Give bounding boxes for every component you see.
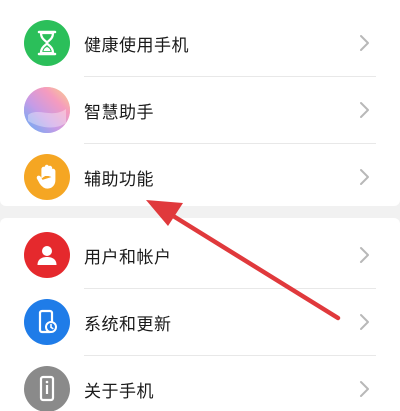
hand-icon (24, 154, 70, 200)
chevron-right-icon (360, 169, 369, 185)
settings-item-label: 系统和更新 (84, 314, 172, 335)
settings-group-1: 健康使用手机 智慧助手 辅助功能 (0, 0, 400, 206)
chevron-right-icon (360, 102, 369, 118)
user-icon (24, 232, 70, 278)
settings-item-label: 智慧助手 (84, 102, 154, 123)
settings-item-label: 关于手机 (84, 381, 154, 402)
settings-item-users-accounts[interactable]: 用户和帐户 (0, 222, 400, 288)
settings-item-label: 用户和帐户 (84, 247, 172, 268)
chevron-right-icon (360, 314, 369, 330)
settings-group-2: 用户和帐户 系统和更新 关于手机 (0, 218, 400, 411)
hourglass-icon (24, 20, 70, 66)
settings-item-about-phone[interactable]: 关于手机 (0, 356, 400, 411)
settings-item-label: 健康使用手机 (84, 35, 189, 56)
settings-item-label: 辅助功能 (84, 169, 154, 190)
chevron-right-icon (360, 247, 369, 263)
settings-item-accessibility[interactable]: 辅助功能 (0, 144, 400, 210)
settings-item-system-update[interactable]: 系统和更新 (0, 289, 400, 355)
settings-item-smart-assistant[interactable]: 智慧助手 (0, 77, 400, 143)
settings-screen: 健康使用手机 智慧助手 辅助功能 用户和帐户 系统和更新 关于手机 (0, 0, 400, 411)
assistant-gradient-icon (24, 87, 70, 133)
phone-update-icon (24, 299, 70, 345)
phone-info-icon (24, 366, 70, 411)
chevron-right-icon (360, 381, 369, 397)
settings-item-digital-balance[interactable]: 健康使用手机 (0, 10, 400, 76)
chevron-right-icon (360, 35, 369, 51)
